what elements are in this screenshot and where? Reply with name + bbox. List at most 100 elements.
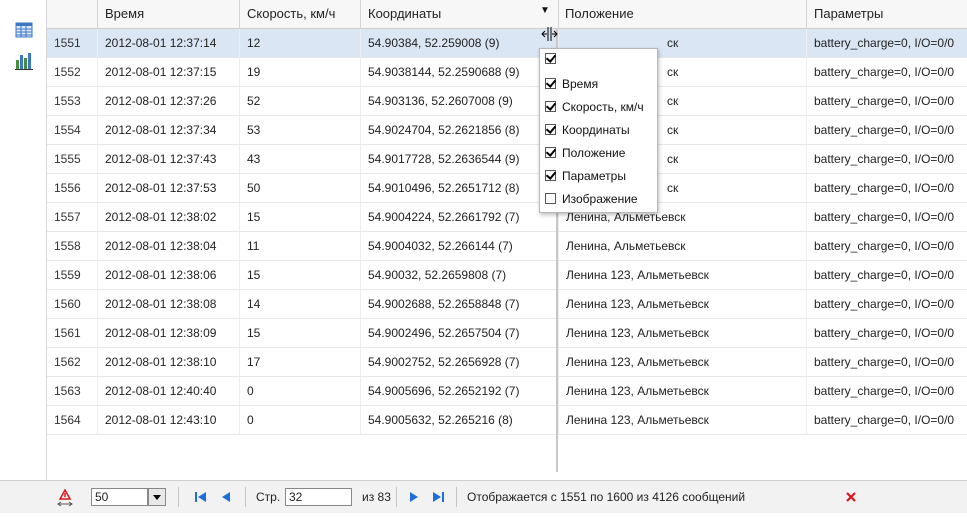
- column-menu-item[interactable]: [540, 49, 657, 71]
- table-row[interactable]: 1554 2012-08-01 12:37:34 53 54.9024704, 52.…: [47, 116, 967, 145]
- coordinates-cell: 54.903136, 52.2607008 (9): [360, 87, 558, 115]
- column-header-speed[interactable]: Скорость, км/ч: [239, 0, 360, 28]
- table-row[interactable]: 1563 2012-08-01 12:40:40 0 54.9005696, 52.2…: [47, 377, 967, 406]
- speed-cell: 19: [239, 58, 360, 86]
- column-header-time[interactable]: Время: [97, 0, 239, 28]
- page-size-select[interactable]: 50: [91, 488, 148, 506]
- table-row[interactable]: 1559 2012-08-01 12:38:06 15 54.90032, 52.26…: [47, 261, 967, 290]
- table-row[interactable]: 1555 2012-08-01 12:37:43 43 54.9017728, 52.…: [47, 145, 967, 174]
- coordinates-cell: 54.9004224, 52.2661792 (7): [360, 203, 558, 231]
- row-number-cell: 1554: [54, 123, 81, 137]
- table-row[interactable]: 1562 2012-08-01 12:38:10 17 54.9002752, 52.…: [47, 348, 967, 377]
- row-number-cell: 1551: [54, 36, 81, 50]
- parameters-cell: battery_charge=0, I/O=0/0: [806, 116, 967, 144]
- position-cell-partial: ск: [667, 36, 679, 50]
- time-cell: 2012-08-01 12:37:34: [97, 116, 239, 144]
- column-visibility-checkbox[interactable]: [545, 53, 556, 64]
- last-page-icon[interactable]: [430, 481, 446, 513]
- table-row[interactable]: 1564 2012-08-01 12:43:10 0 54.9005632, 52.2…: [47, 406, 967, 435]
- column-header-position[interactable]: Положение: [558, 0, 806, 28]
- table-row[interactable]: 1552 2012-08-01 12:37:15 19 54.9038144, 52.…: [47, 58, 967, 87]
- column-resize-cursor-icon: [539, 26, 561, 42]
- column-header-parameters[interactable]: Параметры: [806, 0, 967, 28]
- column-menu-item-label: Координаты: [562, 123, 630, 137]
- row-number-cell: 1564: [54, 413, 81, 427]
- table-row[interactable]: 1557 2012-08-01 12:38:02 15 54.9004224, 52.…: [47, 203, 967, 232]
- column-menu-item-label: Время: [562, 77, 599, 91]
- column-menu-item-label: Положение: [562, 146, 626, 160]
- position-cell: Ленина 123, Альметьевск: [558, 377, 806, 405]
- grid-header: Время Скорость, км/ч Координаты Положени…: [47, 0, 967, 29]
- page-number-input[interactable]: 32: [285, 488, 352, 506]
- row-number-cell: 1561: [54, 326, 81, 340]
- speed-cell: 15: [239, 203, 360, 231]
- speed-cell: 14: [239, 290, 360, 318]
- table-row[interactable]: 1560 2012-08-01 12:38:08 14 54.9002688, 52.…: [47, 290, 967, 319]
- column-menu-item[interactable]: Параметры: [540, 166, 657, 188]
- next-page-icon[interactable]: [407, 481, 421, 513]
- first-page-icon[interactable]: [193, 481, 209, 513]
- speed-cell: 11: [239, 232, 360, 260]
- position-cell-partial: ск: [667, 152, 679, 166]
- column-visibility-checkbox[interactable]: [545, 147, 556, 158]
- bar-chart-icon[interactable]: [15, 52, 33, 70]
- previous-page-icon[interactable]: [219, 481, 233, 513]
- position-cell: Ленина 123, Альметьевск: [558, 348, 806, 376]
- table-row[interactable]: 1561 2012-08-01 12:38:09 15 54.9002496, 52.…: [47, 319, 967, 348]
- status-text: Отображается с 1551 по 1600 из 4126 сооб…: [467, 490, 746, 504]
- parameters-cell: battery_charge=0, I/O=0/0: [806, 203, 967, 231]
- row-number-cell: 1555: [54, 152, 81, 166]
- parameters-cell: battery_charge=0, I/O=0/0: [806, 145, 967, 173]
- time-cell: 2012-08-01 12:37:53: [97, 174, 239, 202]
- table-row[interactable]: 1551 2012-08-01 12:37:14 12 54.90384, 52.25…: [47, 29, 967, 58]
- time-cell: 2012-08-01 12:40:40: [97, 377, 239, 405]
- row-number-cell: 1560: [54, 297, 81, 311]
- speed-cell: 50: [239, 174, 360, 202]
- position-cell: Ленина 123, Альметьевск: [558, 261, 806, 289]
- speed-cell: 43: [239, 145, 360, 173]
- toolbar-separator: [245, 487, 246, 507]
- column-menu-trigger-icon[interactable]: ▼: [540, 6, 550, 16]
- time-cell: 2012-08-01 12:38:08: [97, 290, 239, 318]
- column-menu-item-label: Параметры: [562, 169, 626, 183]
- parameters-cell: battery_charge=0, I/O=0/0: [806, 261, 967, 289]
- speed-cell: 53: [239, 116, 360, 144]
- page-size-dropdown-button[interactable]: [148, 488, 166, 506]
- coordinates-cell: 54.9010496, 52.2651712 (8): [360, 174, 558, 202]
- column-chooser-menu: Время Скорость, км/ч Координаты Положение Па…: [539, 48, 658, 213]
- parameters-cell: battery_charge=0, I/O=0/0: [806, 29, 967, 57]
- table-icon[interactable]: [15, 21, 33, 39]
- messages-grid: Время Скорость, км/ч Координаты Положени…: [47, 0, 967, 472]
- coordinates-cell: 54.9005696, 52.2652192 (7): [360, 377, 558, 405]
- coordinates-cell: 54.90384, 52.259008 (9): [360, 29, 558, 57]
- column-menu-item[interactable]: Положение: [540, 143, 657, 165]
- column-visibility-checkbox[interactable]: [545, 193, 556, 204]
- column-header-number[interactable]: [47, 0, 97, 28]
- table-row[interactable]: 1558 2012-08-01 12:38:04 11 54.9004032, 52.…: [47, 232, 967, 261]
- coordinates-cell: 54.9004032, 52.266144 (7): [360, 232, 558, 260]
- column-visibility-checkbox[interactable]: [545, 78, 556, 89]
- table-row[interactable]: 1553 2012-08-01 12:37:26 52 54.903136, 52.2…: [47, 87, 967, 116]
- column-menu-item[interactable]: Координаты: [540, 120, 657, 142]
- close-icon[interactable]: [844, 481, 858, 513]
- toolbar-separator: [178, 487, 179, 507]
- row-number-cell: 1559: [54, 268, 81, 282]
- time-cell: 2012-08-01 12:38:10: [97, 348, 239, 376]
- speed-cell: 15: [239, 261, 360, 289]
- speed-cell: 17: [239, 348, 360, 376]
- column-menu-item[interactable]: Скорость, км/ч: [540, 97, 657, 119]
- column-visibility-checkbox[interactable]: [545, 101, 556, 112]
- fit-columns-icon[interactable]: [56, 481, 74, 513]
- coordinates-cell: 54.9017728, 52.2636544 (9): [360, 145, 558, 173]
- time-cell: 2012-08-01 12:38:02: [97, 203, 239, 231]
- parameters-cell: battery_charge=0, I/O=0/0: [806, 406, 967, 434]
- column-visibility-checkbox[interactable]: [545, 124, 556, 135]
- column-menu-item[interactable]: Изображение: [540, 189, 657, 211]
- column-header-coordinates[interactable]: Координаты: [360, 0, 558, 28]
- column-visibility-checkbox[interactable]: [545, 170, 556, 181]
- toolbar-separator: [456, 487, 457, 507]
- time-cell: 2012-08-01 12:37:43: [97, 145, 239, 173]
- table-row[interactable]: 1556 2012-08-01 12:37:53 50 54.9010496, 52.…: [47, 174, 967, 203]
- column-menu-item[interactable]: Время: [540, 74, 657, 96]
- position-cell-partial: ск: [667, 181, 679, 195]
